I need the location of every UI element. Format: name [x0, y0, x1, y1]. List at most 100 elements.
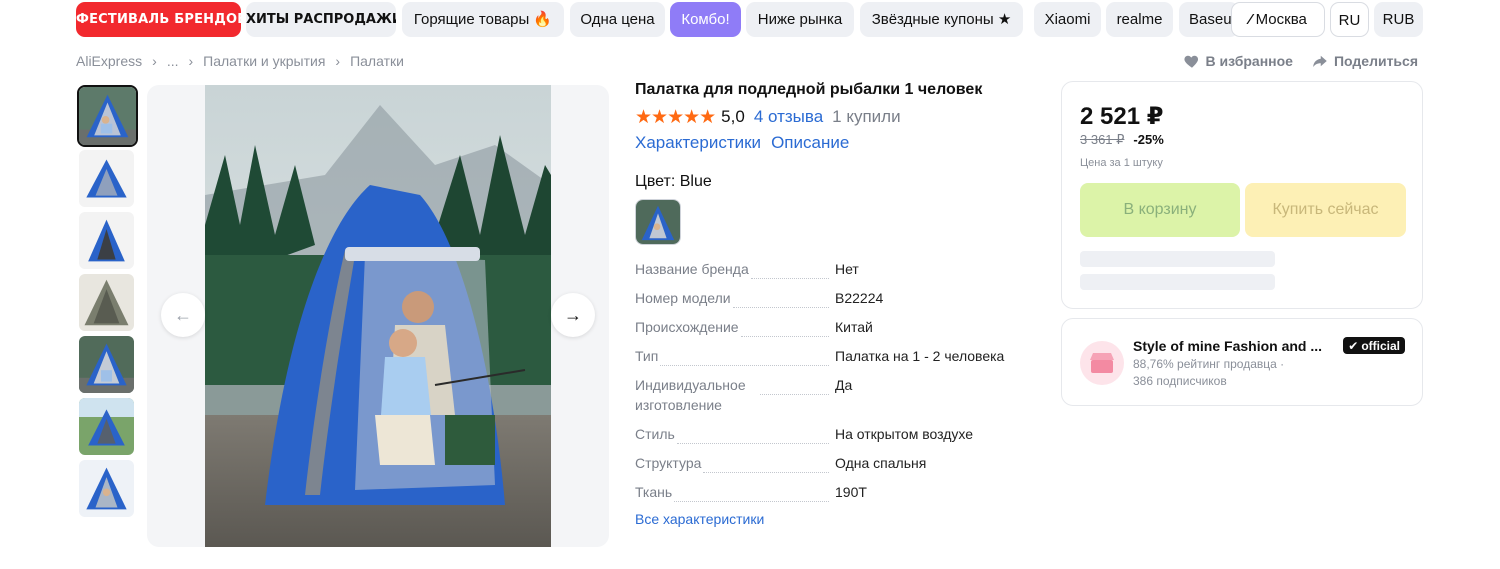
spec-row: Номер модели B22224: [635, 288, 1035, 308]
chip-baseus[interactable]: Baseus: [1179, 2, 1239, 37]
spec-key: Стиль: [635, 424, 677, 444]
spec-key: Номер модели: [635, 288, 733, 308]
favorite-button[interactable]: В избранное: [1183, 52, 1293, 70]
share-label: Поделиться: [1333, 53, 1418, 69]
chevron-right-icon: ›: [152, 53, 157, 69]
chip-xiaomi[interactable]: Xiaomi: [1034, 2, 1101, 37]
thumbnail-7[interactable]: [79, 460, 134, 517]
share-icon: [1313, 55, 1327, 67]
currency-selector[interactable]: RUB: [1374, 2, 1423, 37]
spec-key: Ткань: [635, 482, 675, 502]
reviews-link[interactable]: 4 отзыва: [754, 107, 823, 127]
chip-below-market[interactable]: Ниже рынка: [746, 2, 854, 37]
spec-value: B22224: [835, 290, 884, 306]
language-selector[interactable]: RU: [1330, 2, 1369, 37]
buy-now-button[interactable]: Купить сейчас: [1245, 183, 1406, 237]
thumbnail-5[interactable]: [79, 336, 134, 393]
loading-placeholder: [1080, 251, 1275, 267]
arrow-right-icon: →: [564, 304, 582, 325]
spec-value: На открытом воздухе: [835, 426, 974, 442]
location-label: Москва: [1255, 11, 1307, 28]
rating-row: ★★★★★ 5,0 4 отзыва 1 купили: [635, 106, 1035, 128]
spec-value: Нет: [835, 261, 859, 277]
bought-count: 1 купили: [832, 107, 901, 126]
favorite-label: В избранное: [1205, 53, 1293, 69]
chevron-right-icon: ›: [335, 53, 341, 69]
gallery-next-button[interactable]: →: [551, 293, 595, 337]
chip-brand-festival[interactable]: ФЕСТИВАЛЬ БРЕНДОВ: [76, 2, 241, 37]
tab-specs[interactable]: Характеристики: [635, 133, 761, 155]
gallery-prev-button[interactable]: ←: [161, 293, 205, 337]
main-image-gallery: ← →: [147, 85, 609, 547]
thumbnail-3[interactable]: [79, 212, 134, 269]
spec-row: Структура Одна спальня: [635, 453, 1035, 473]
loading-placeholder: [1080, 274, 1275, 290]
spec-row: Стиль На открытом воздухе: [635, 424, 1035, 444]
seller-name[interactable]: Style of mine Fashion and ...: [1133, 338, 1333, 354]
location-selector[interactable]: ⁄ Москва: [1231, 2, 1325, 37]
chevron-right-icon: ›: [188, 53, 194, 69]
seller-meta: 88,76% рейтинг продавца · 386 подписчико…: [1133, 356, 1284, 390]
spec-key: Тип: [635, 346, 661, 366]
old-price: 3 361 ₽: [1080, 132, 1125, 147]
verified-check-icon: ✔: [1348, 338, 1359, 353]
spec-value: Китай: [835, 319, 873, 335]
official-badge-label: official: [1361, 338, 1400, 353]
seller-card[interactable]: Style of mine Fashion and ... 88,76% рей…: [1061, 318, 1423, 406]
spec-value: 190T: [835, 484, 867, 500]
color-label: Цвет: Blue: [635, 173, 712, 190]
current-price: 2 521 ₽: [1080, 103, 1164, 130]
store-icon: [1080, 341, 1124, 385]
breadcrumb: AliExpress › ... › Палатки и укрытия › П…: [76, 52, 404, 70]
spec-row: Происхождение Китай: [635, 317, 1035, 337]
chip-star-coupons[interactable]: Звёздные купоны ★: [860, 2, 1023, 37]
price-card: 2 521 ₽ 3 361 ₽ -25% Цена за 1 штуку В к…: [1061, 81, 1423, 309]
spec-row: Тип Палатка на 1 - 2 человека: [635, 346, 1035, 366]
breadcrumb-item[interactable]: AliExpress: [76, 53, 142, 69]
discount-badge: -25%: [1133, 132, 1164, 147]
breadcrumb-item[interactable]: ...: [167, 53, 179, 69]
chip-combo[interactable]: Комбо!: [670, 2, 741, 37]
share-button[interactable]: Поделиться: [1311, 52, 1418, 70]
old-price-row: 3 361 ₽ -25%: [1080, 132, 1164, 148]
official-badge: ✔ official: [1343, 337, 1405, 354]
spec-value: Да: [835, 377, 853, 393]
spec-key: Название бренда: [635, 259, 751, 279]
price-per-unit: Цена за 1 штуку: [1080, 157, 1163, 169]
thumbnail-1[interactable]: [77, 85, 138, 147]
product-title: Палатка для подледной рыбалки 1 человек: [635, 81, 983, 98]
spec-value: Палатка на 1 - 2 человека: [835, 348, 1005, 364]
product-photo[interactable]: [205, 85, 551, 547]
spec-row: Индивидуальное изготовление Да: [635, 375, 1035, 415]
tab-description[interactable]: Описание: [771, 133, 849, 155]
spec-row: Ткань 190T: [635, 482, 1035, 502]
chip-sale-hits[interactable]: ХИТЫ РАСПРОДАЖИ: [246, 2, 396, 37]
chip-one-price[interactable]: Одна цена: [570, 2, 665, 37]
spec-key: Структура: [635, 453, 704, 473]
rating-value: 5,0: [721, 107, 745, 126]
heart-icon: [1183, 55, 1198, 68]
chip-hot-goods[interactable]: Горящие товары 🔥: [402, 2, 564, 37]
thumbnail-2[interactable]: [79, 150, 134, 207]
spec-list: Название бренда Нет Номер модели B22224 …: [635, 259, 1035, 502]
product-info: Палатка для подледной рыбалки 1 человек …: [635, 80, 1035, 527]
product-tabs: Характеристики Описание: [635, 133, 1035, 155]
thumbnail-4[interactable]: [79, 274, 134, 331]
arrow-left-icon: ←: [174, 304, 192, 325]
spec-row: Название бренда Нет: [635, 259, 1035, 279]
chip-realme[interactable]: realme: [1106, 2, 1173, 37]
location-pin-icon: ⁄: [1249, 11, 1252, 28]
spec-key: Происхождение: [635, 317, 741, 337]
thumbnail-6[interactable]: [79, 398, 134, 455]
seller-rating: 88,76% рейтинг продавца ·: [1133, 357, 1285, 371]
rating-stars-icon: ★★★★★: [635, 106, 716, 128]
spec-key: Индивидуальное изготовление: [635, 375, 760, 415]
color-option-blue[interactable]: [635, 199, 681, 245]
promo-chips-bar: ФЕСТИВАЛЬ БРЕНДОВ ХИТЫ РАСПРОДАЖИ Горящи…: [76, 2, 1426, 38]
breadcrumb-item[interactable]: Палатки и укрытия: [203, 53, 325, 69]
add-to-cart-button[interactable]: В корзину: [1080, 183, 1240, 237]
page-actions: В избранное Поделиться: [1183, 52, 1418, 70]
all-specs-link[interactable]: Все характеристики: [635, 511, 1035, 527]
seller-subscribers: 386 подписчиков: [1133, 374, 1227, 388]
breadcrumb-item[interactable]: Палатки: [350, 53, 404, 69]
